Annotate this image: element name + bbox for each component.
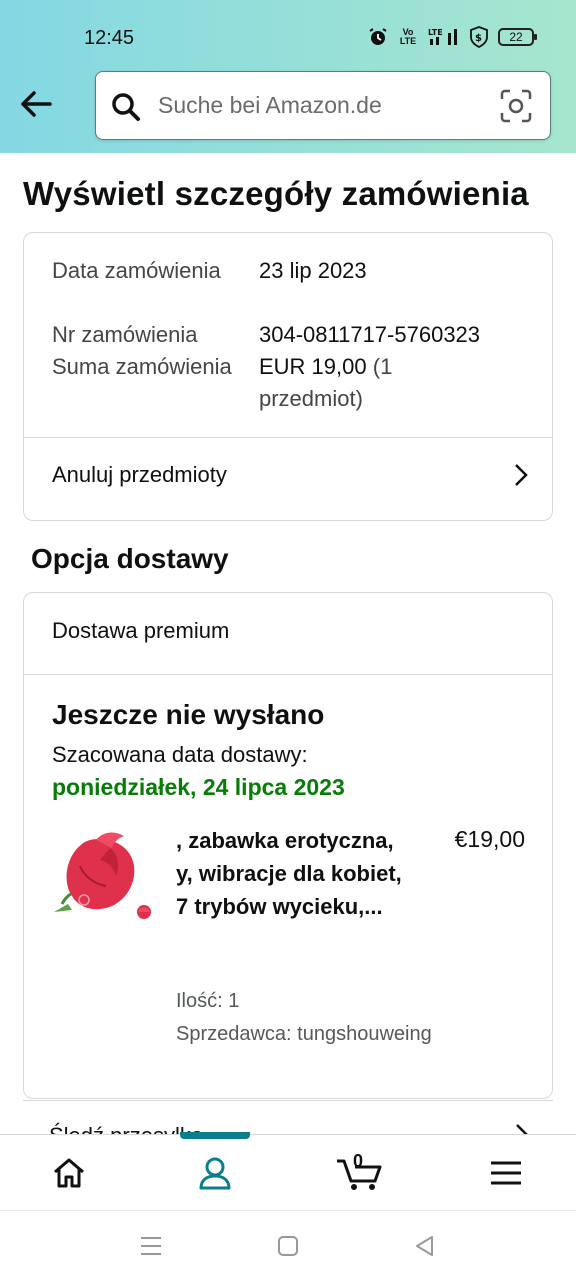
product-quantity: Ilość: 1 (176, 990, 240, 1012)
svg-text:$: $ (475, 33, 482, 44)
product-seller: Sprzedawca: tungshouweing (176, 1023, 432, 1045)
divider (24, 674, 552, 675)
volte-icon: Vo LTE (399, 27, 417, 46)
chevron-right-icon (511, 1123, 531, 1134)
estimate-label: Szacowana data dostawy: (52, 742, 308, 767)
search-placeholder: Suche bei Amazon.de (158, 92, 382, 118)
back-button[interactable] (18, 86, 54, 122)
active-tab-indicator (180, 1132, 250, 1139)
menu-icon[interactable] (486, 1153, 526, 1193)
status-time: 12:45 (84, 27, 135, 49)
search-input[interactable]: Suche bei Amazon.de (95, 71, 551, 140)
bottom-nav: 0 (0, 1132, 576, 1210)
divider (24, 437, 552, 438)
delivery-section-title: Opcja dostawy (31, 543, 229, 574)
order-summary-card: Data zamówienia 23 lip 2023 Nr zamówieni… (23, 232, 553, 521)
svg-text:LTE: LTE (428, 28, 443, 37)
home-icon[interactable] (49, 1153, 89, 1193)
alarm-icon (368, 27, 388, 47)
product-title[interactable]: , zabawka erotyczna, y, wibracje dla kob… (176, 824, 416, 923)
home-button-icon[interactable] (275, 1233, 301, 1259)
product-image[interactable] (50, 826, 156, 926)
chevron-right-icon (510, 463, 530, 487)
battery-icon: 22 (498, 28, 537, 46)
back-triangle-icon[interactable] (412, 1233, 438, 1259)
delivery-type: Dostawa premium (52, 618, 230, 643)
system-nav-bar (0, 1210, 576, 1280)
order-date-label: Data zamówienia (52, 258, 221, 283)
delivery-card: Dostawa premium Jeszcze nie wysłano Szac… (23, 592, 553, 1099)
track-package-row[interactable]: Śledź przesyłkę (23, 1100, 553, 1134)
order-total-label: Suma zamówienia (52, 354, 232, 379)
cart-icon[interactable]: 0 (336, 1151, 384, 1193)
app-header: 12:45 Vo LTE LTE $ 22 Suche bei Amazon.d… (0, 0, 576, 153)
order-number-label: Nr zamówienia (52, 322, 198, 347)
recent-apps-icon[interactable] (138, 1233, 164, 1259)
order-total-value: EUR 19,00 (1 przedmiot) (259, 351, 419, 415)
search-icon (110, 91, 142, 123)
status-icons: Vo LTE LTE $ 22 (368, 26, 537, 48)
vpn-shield-icon: $ (469, 26, 489, 48)
product-price: €19,00 (454, 826, 525, 852)
order-date-value: 23 lip 2023 (259, 258, 367, 283)
cart-count: 0 (353, 1151, 364, 1171)
cancel-items-link[interactable]: Anuluj przedmioty (52, 462, 227, 488)
status-bar: 12:45 Vo LTE LTE $ 22 (0, 0, 576, 66)
account-icon[interactable] (195, 1153, 235, 1193)
camera-search-icon[interactable] (500, 89, 532, 123)
signal-icon: LTE (428, 27, 460, 47)
page-title: Wyświetl szczegóły zamówienia (23, 175, 529, 212)
shipment-status: Jeszcze nie wysłano (52, 699, 325, 730)
order-total-amount: EUR 19,00 (259, 354, 367, 379)
order-number-value: 304-0811717-5760323 (259, 322, 481, 347)
estimate-date: poniedziałek, 24 lipca 2023 (52, 774, 345, 800)
